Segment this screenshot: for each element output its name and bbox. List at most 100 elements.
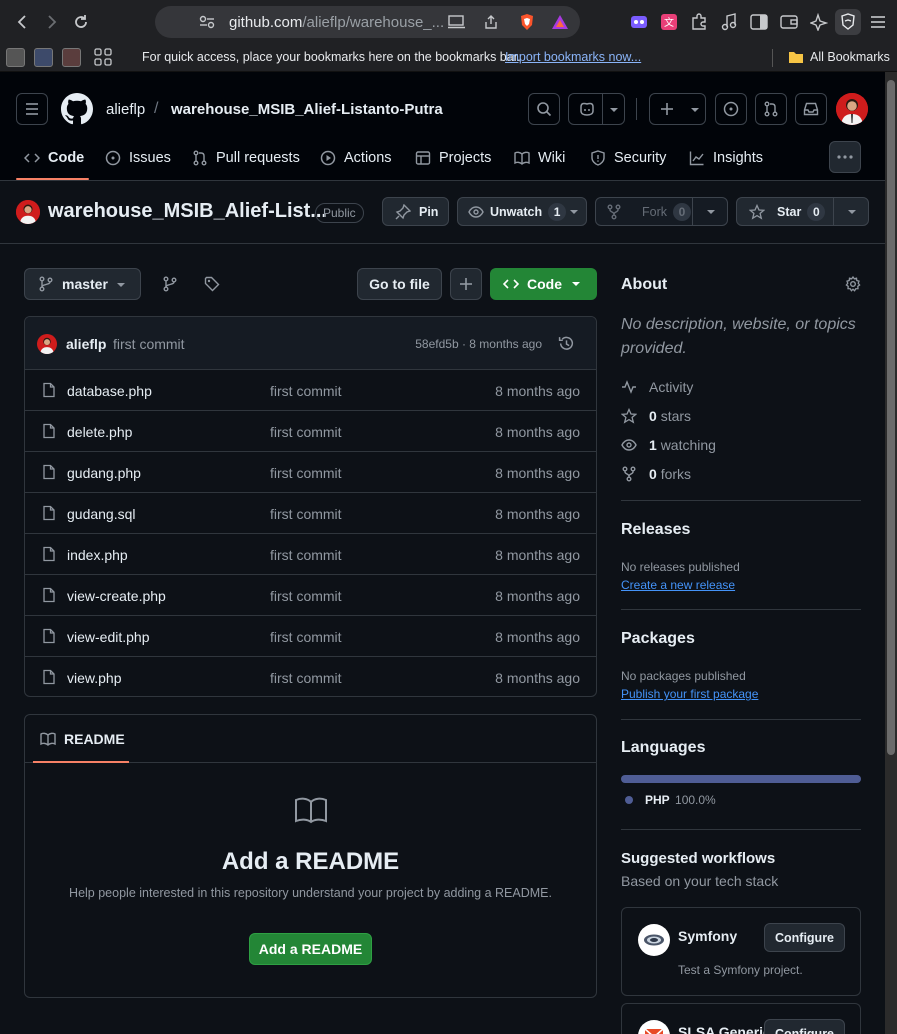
url-text[interactable]: github.com/alieflp/warehouse_... bbox=[229, 14, 444, 31]
all-bookmarks-button[interactable]: All Bookmarks bbox=[810, 50, 890, 64]
star-button[interactable]: Star 0 bbox=[736, 197, 869, 226]
tab-insights[interactable]: Insights bbox=[689, 148, 763, 168]
commit-author[interactable]: alieflp bbox=[66, 336, 106, 352]
create-release-link[interactable]: Create a new release bbox=[621, 578, 735, 592]
add-readme-button[interactable]: Add a README bbox=[249, 933, 372, 965]
readme-tab[interactable]: README bbox=[40, 731, 125, 747]
brave-shields-icon[interactable] bbox=[517, 12, 537, 32]
issues-button[interactable] bbox=[715, 93, 747, 125]
tab-code[interactable]: Code bbox=[24, 148, 84, 168]
search-button[interactable] bbox=[528, 93, 560, 125]
file-commit-message[interactable]: first commit bbox=[270, 547, 342, 563]
pull-requests-button[interactable] bbox=[755, 93, 787, 125]
tag-icon[interactable] bbox=[204, 276, 220, 292]
bookmark-app-icon[interactable] bbox=[34, 48, 53, 67]
configure-button[interactable]: Configure bbox=[764, 1019, 845, 1034]
activity-link[interactable]: Activity bbox=[621, 379, 693, 395]
file-name[interactable]: gudang.sql bbox=[67, 506, 136, 522]
avatar[interactable] bbox=[836, 93, 868, 125]
media-icon[interactable] bbox=[718, 11, 740, 33]
releases-heading[interactable]: Releases bbox=[621, 521, 690, 539]
file-name[interactable]: view-edit.php bbox=[67, 629, 150, 645]
table-row[interactable]: index.php first commit 8 months ago bbox=[25, 534, 596, 575]
hamburger-menu-button[interactable] bbox=[16, 93, 48, 125]
tab-actions[interactable]: Actions bbox=[320, 148, 392, 168]
file-commit-message[interactable]: first commit bbox=[270, 465, 342, 481]
more-tabs-button[interactable] bbox=[829, 141, 861, 173]
file-name[interactable]: view.php bbox=[67, 670, 121, 686]
bookmark-app-icon[interactable] bbox=[6, 48, 25, 67]
reload-icon[interactable] bbox=[70, 11, 92, 33]
tab-projects[interactable]: Projects bbox=[415, 148, 491, 168]
fork-button[interactable]: Fork 0 bbox=[595, 197, 728, 226]
apps-grid-icon[interactable] bbox=[93, 47, 113, 67]
repo-owner-avatar[interactable] bbox=[16, 200, 40, 224]
file-commit-message[interactable]: first commit bbox=[270, 383, 342, 399]
breadcrumb-repo[interactable]: warehouse_MSIB_Alief-Listanto-Putra bbox=[171, 101, 443, 118]
tab-wiki[interactable]: Wiki bbox=[514, 148, 565, 168]
leo-ai-icon[interactable] bbox=[808, 11, 830, 33]
tab-security[interactable]: Security bbox=[590, 148, 666, 168]
packages-heading[interactable]: Packages bbox=[621, 630, 695, 648]
branches-icon[interactable] bbox=[162, 276, 178, 292]
wallet-icon[interactable] bbox=[778, 11, 800, 33]
github-logo-icon[interactable] bbox=[61, 93, 93, 125]
table-row[interactable]: view.php first commit 8 months ago bbox=[25, 657, 596, 696]
go-to-file-button[interactable]: Go to file bbox=[357, 268, 442, 300]
create-new-button[interactable] bbox=[649, 93, 706, 125]
watching-link[interactable]: 1 watching bbox=[621, 437, 716, 453]
commit-message[interactable]: first commit bbox=[113, 336, 185, 352]
file-commit-message[interactable]: first commit bbox=[270, 588, 342, 604]
puzzle-extensions-icon[interactable] bbox=[688, 11, 710, 33]
site-settings-icon[interactable] bbox=[199, 14, 215, 30]
bookmark-app-icon[interactable] bbox=[62, 48, 81, 67]
menu-icon[interactable] bbox=[867, 11, 889, 33]
table-row[interactable]: gudang.sql first commit 8 months ago bbox=[25, 493, 596, 534]
language-entry[interactable]: PHP 100.0% bbox=[645, 793, 716, 807]
file-commit-message[interactable]: first commit bbox=[270, 506, 342, 522]
publish-package-link[interactable]: Publish your first package bbox=[621, 687, 758, 701]
table-row[interactable]: view-edit.php first commit 8 months ago bbox=[25, 616, 596, 657]
unwatch-button[interactable]: Unwatch 1 bbox=[457, 197, 587, 226]
extension-icon[interactable] bbox=[628, 11, 650, 33]
table-row[interactable]: database.php first commit 8 months ago bbox=[25, 370, 596, 411]
gear-icon[interactable] bbox=[845, 276, 861, 292]
table-row[interactable]: view-create.php first commit 8 months ago bbox=[25, 575, 596, 616]
brave-rewards-icon[interactable] bbox=[550, 12, 570, 32]
file-name[interactable]: view-create.php bbox=[67, 588, 166, 604]
repo-title[interactable]: warehouse_MSIB_Alief-List... bbox=[48, 200, 327, 223]
forks-link[interactable]: 0 forks bbox=[621, 466, 691, 482]
address-bar[interactable]: github.com/alieflp/warehouse_... bbox=[155, 6, 580, 38]
file-name[interactable]: index.php bbox=[67, 547, 128, 563]
tab-issues[interactable]: Issues bbox=[105, 148, 171, 168]
file-name[interactable]: database.php bbox=[67, 383, 152, 399]
table-row[interactable]: delete.php first commit 8 months ago bbox=[25, 411, 596, 452]
file-commit-message[interactable]: first commit bbox=[270, 629, 342, 645]
file-commit-message[interactable]: first commit bbox=[270, 670, 342, 686]
translate-extension-icon[interactable]: 文 bbox=[658, 11, 680, 33]
add-file-button[interactable] bbox=[450, 268, 482, 300]
file-name[interactable]: gudang.php bbox=[67, 465, 141, 481]
pin-button[interactable]: Pin bbox=[382, 197, 449, 226]
back-icon[interactable] bbox=[12, 11, 34, 33]
tab-pull-requests[interactable]: Pull requests bbox=[192, 148, 300, 168]
copilot-button[interactable] bbox=[568, 93, 625, 125]
breadcrumb-owner[interactable]: alieflp bbox=[106, 101, 145, 118]
scrollbar-thumb[interactable] bbox=[887, 80, 895, 755]
file-commit-message[interactable]: first commit bbox=[270, 424, 342, 440]
vpn-shield-icon[interactable] bbox=[835, 9, 861, 35]
table-row[interactable]: gudang.php first commit 8 months ago bbox=[25, 452, 596, 493]
stars-link[interactable]: 0 stars bbox=[621, 408, 691, 424]
install-app-icon[interactable] bbox=[448, 14, 466, 30]
configure-button[interactable]: Configure bbox=[764, 923, 845, 952]
share-icon[interactable] bbox=[482, 13, 500, 31]
commit-hash-time[interactable]: 58efd5b · 8 months ago bbox=[415, 337, 542, 351]
history-icon[interactable] bbox=[558, 335, 575, 352]
sidebar-icon[interactable] bbox=[748, 11, 770, 33]
code-dropdown-button[interactable]: Code bbox=[490, 268, 597, 300]
forward-icon[interactable] bbox=[40, 11, 62, 33]
commit-author-avatar[interactable] bbox=[37, 334, 57, 354]
file-name[interactable]: delete.php bbox=[67, 424, 132, 440]
branch-selector[interactable]: master bbox=[24, 268, 141, 300]
import-bookmarks-link[interactable]: Import bookmarks now... bbox=[505, 50, 641, 64]
